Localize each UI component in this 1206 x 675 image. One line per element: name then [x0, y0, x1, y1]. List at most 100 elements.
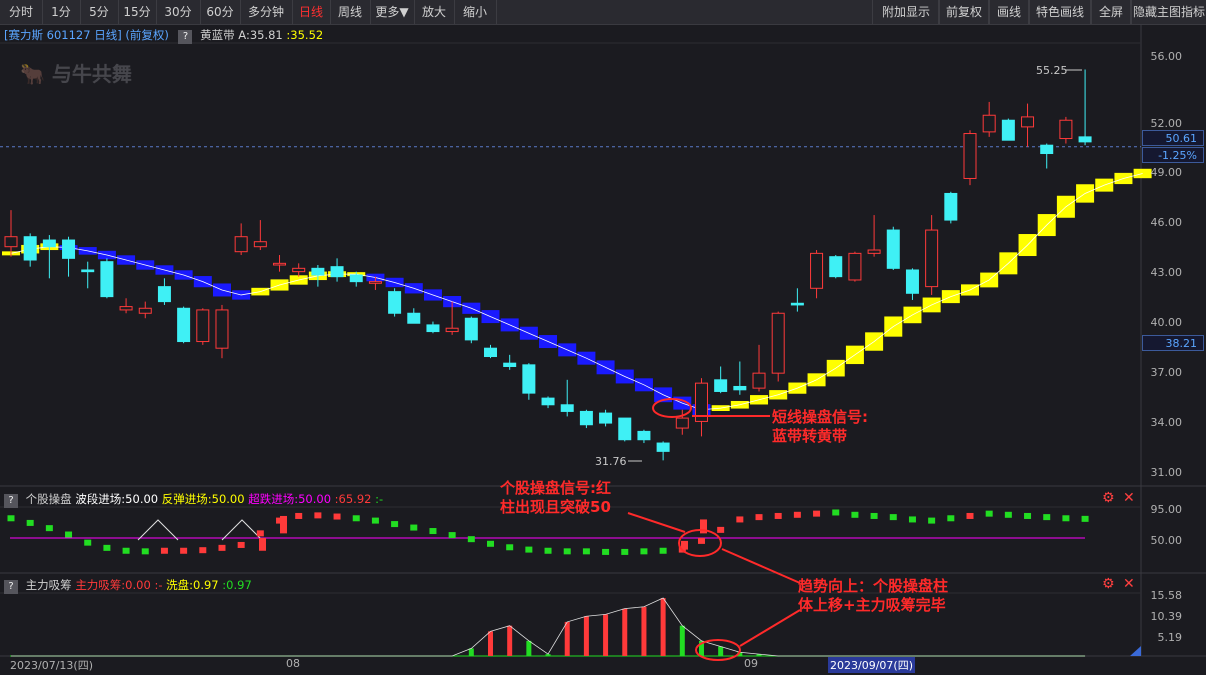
sub1-marker [1062, 515, 1070, 522]
sub2-name: 主力吸筹 [25, 578, 72, 592]
change-percent-box: -1.25% [1142, 147, 1204, 163]
candle-body [426, 324, 440, 333]
watermark-text: 与牛共舞 [51, 62, 132, 86]
x-month-sep: 09 [744, 657, 758, 670]
sub1-marker [621, 548, 629, 555]
cursor-date-label: 2023/09/07(四) [828, 657, 915, 673]
candle-body [810, 252, 824, 289]
candle-body [23, 236, 37, 261]
candle-body [330, 266, 344, 278]
sub2-bar [564, 621, 570, 656]
sub1-marker [160, 547, 168, 554]
candle-body [771, 312, 785, 374]
sub2-value: :0.97 [222, 578, 252, 592]
sub1-marker [582, 548, 590, 555]
sub1-settings-gear-icon[interactable]: ⚙ [1102, 490, 1115, 506]
sub1-marker [506, 544, 514, 551]
sub2-settings-gear-icon[interactable]: ⚙ [1102, 576, 1115, 592]
sub1-marker [793, 511, 801, 518]
sub1-ytick: 50.00 [1150, 534, 1183, 547]
candle-body [445, 327, 459, 333]
candle-body [637, 430, 651, 441]
candle-body [119, 306, 133, 311]
sub1-marker [659, 547, 667, 554]
sub1-marker [774, 512, 782, 519]
annotation-text: 体上移+主力吸筹完毕 [798, 596, 946, 614]
sub2-ytick: 15.58 [1150, 589, 1183, 602]
sub1-marker [832, 509, 840, 516]
sub1-marker [45, 525, 53, 532]
sub1-red-bar [259, 538, 266, 551]
indicator-b-value: :35.52 [286, 28, 324, 42]
sub1-oversold-entry: 超跌进场:50.00 [248, 492, 332, 506]
candle-body [81, 269, 95, 273]
sub1-marker [429, 528, 437, 535]
main-ytick: 56.00 [1150, 50, 1183, 63]
candle-body [273, 262, 287, 266]
x-start-date: 2023/07/13(四) [10, 659, 93, 672]
candle-body [618, 417, 632, 441]
sub1-close-icon[interactable]: ✕ [1123, 490, 1135, 506]
sub1-marker [26, 519, 34, 526]
sub2-bar [622, 608, 628, 656]
sub2-close-icon[interactable]: ✕ [1123, 576, 1135, 592]
sub1-red-bar [280, 515, 287, 534]
sub2-dash: :- [154, 578, 163, 592]
candle-body [541, 397, 555, 406]
candle-body [42, 239, 56, 248]
sub1-value2: :- [375, 492, 384, 506]
candle-body [62, 239, 76, 259]
sub1-marker [851, 511, 859, 518]
bull-logo-icon: 🐂 [20, 62, 45, 86]
candle-body [368, 281, 382, 284]
candle-body [311, 267, 325, 276]
candle-body [522, 364, 536, 394]
sub1-marker [467, 536, 475, 543]
stock-label[interactable]: [赛力斯 601127 日线] (前复权) [4, 28, 169, 42]
help-icon[interactable]: ? [178, 30, 193, 44]
candle-body [234, 236, 248, 253]
candle-body [905, 269, 919, 294]
kline-chart [0, 25, 1206, 661]
sub2-bar [641, 606, 647, 656]
candle-body [925, 229, 939, 288]
main-ytick: 37.00 [1150, 366, 1183, 380]
sub1-marker [7, 515, 15, 522]
annotation-trend-up: 趋势向上：个股操盘柱 体上移+主力吸筹完毕 [798, 577, 948, 615]
annotation-arrow [627, 512, 686, 533]
indicator-name: 黄蓝带 [200, 28, 235, 42]
sub1-peak-triangle [221, 519, 263, 541]
annotation-short-signal: 短线操盘信号: 蓝带转黄带 [772, 408, 868, 446]
candle-body [599, 412, 613, 424]
low-price-label: 31.76 [595, 455, 627, 468]
sub1-rebound-entry: 反弹进场:50.00 [161, 492, 245, 506]
main-ytick: 31.00 [1150, 466, 1183, 479]
crosshair-price-box: 38.21 [1142, 335, 1204, 351]
sub1-marker [371, 517, 379, 524]
watermark-logo: 🐂 与牛共舞 [20, 58, 132, 87]
sub1-name: 个股操盘 [25, 492, 72, 506]
candle-body [752, 372, 766, 389]
candle-body [579, 410, 593, 426]
sub1-marker [525, 546, 533, 553]
candle-body [944, 192, 958, 221]
sub1-marker [448, 532, 456, 539]
candle-body [790, 302, 804, 306]
indicator-a-value: A:35.81 [238, 28, 283, 42]
help-icon[interactable]: ? [4, 580, 18, 594]
sub1-marker [237, 541, 245, 548]
help-icon[interactable]: ? [4, 494, 18, 508]
candle-body [1040, 144, 1054, 155]
sub1-marker [640, 548, 648, 555]
sub1-marker [256, 530, 264, 537]
sub1-marker [199, 547, 207, 554]
x-month-aug: 08 [286, 657, 300, 670]
sub1-marker [563, 548, 571, 555]
sub1-marker [966, 512, 974, 519]
sub1-ytick: 95.00 [1150, 503, 1183, 516]
sub1-value: :65.92 [334, 492, 372, 506]
sub1-marker [103, 544, 111, 551]
sub1-marker [65, 531, 73, 538]
annotation-stock-signal: 个股操盘信号:红 柱出现且突破50 [500, 479, 611, 517]
sub1-marker [928, 517, 936, 524]
